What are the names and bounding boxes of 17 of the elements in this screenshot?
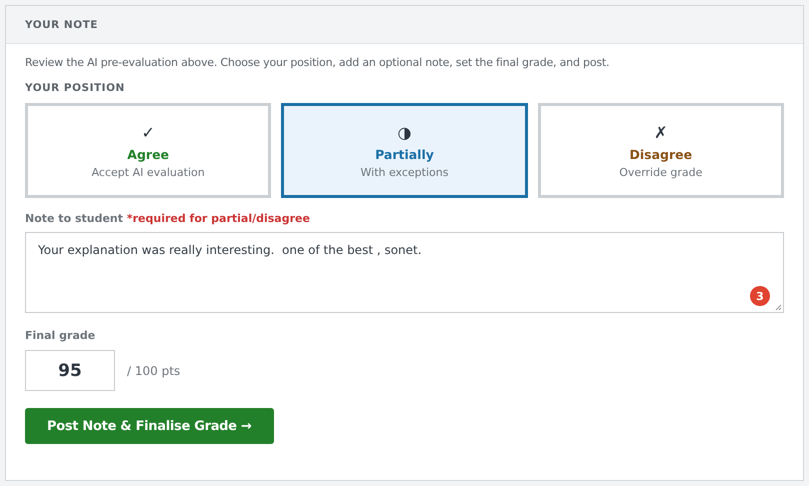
position-option[interactable]: ✗ Disagree Override grade (538, 103, 784, 198)
grade-label: Final grade (25, 329, 96, 342)
position-option[interactable]: ✓ Agree Accept AI evaluation (25, 103, 272, 198)
resize-grip-icon[interactable] (775, 304, 782, 311)
section-label: YOUR POSITION (25, 82, 126, 94)
note-field[interactable]: Your explanation was really interesting. one of the best , sonet. 3 (25, 232, 784, 313)
count-badge: 3 (750, 286, 770, 306)
option-icon: ✓ (141, 122, 155, 142)
post-button[interactable]: Post Note & Finalise Grade → (25, 408, 274, 444)
option-icon: ✗ (654, 122, 668, 142)
instructions-text: Review the AI pre-evaluation above. Choose your position, add an optional note, set the final grade, and post. (25, 56, 610, 69)
position-option[interactable]: ◑ Partially With exceptions (281, 103, 528, 198)
grade-field[interactable]: 95 (25, 350, 115, 391)
option-icon: ◑ (398, 122, 412, 142)
points-suffix: / 100 pts (127, 364, 180, 378)
note-label: Note to student *required for partial/disagree (25, 212, 311, 225)
panel-title: YOUR NOTE (25, 18, 98, 30)
